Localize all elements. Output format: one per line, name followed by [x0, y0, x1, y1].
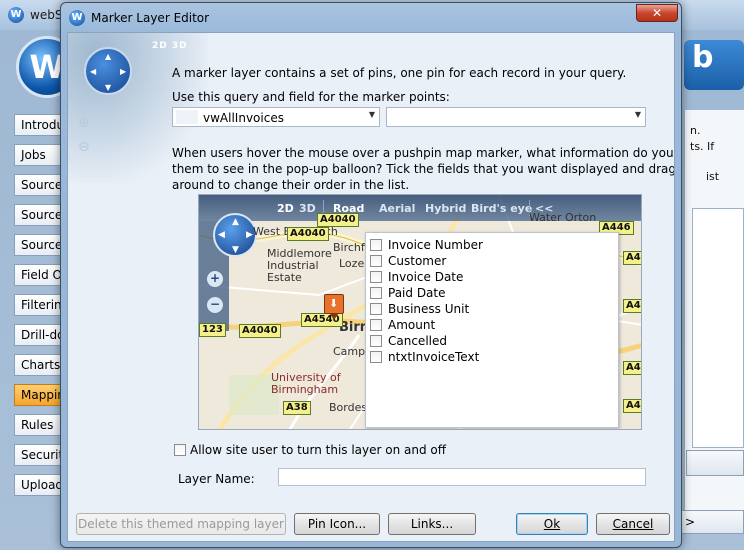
links-button[interactable]: Links... [388, 513, 476, 535]
background-next-button[interactable]: > [680, 510, 744, 534]
field-label: Business Unit [388, 302, 470, 316]
map-place-label: Estate [267, 271, 302, 284]
hover-instructions-line-2: them to see in the pop-up balloon? Tick … [172, 162, 675, 176]
query-combo[interactable]: vwAllInvoices ▼ [172, 107, 380, 127]
query-icon [176, 110, 198, 124]
field-label: Amount [388, 318, 436, 332]
app-icon: W [8, 7, 24, 23]
road-shield: A4040 [287, 227, 329, 241]
chevron-down-icon: ▼ [368, 110, 375, 119]
sidebar-item-jobs[interactable]: Jobs [14, 144, 66, 166]
chevron-down-icon: ▼ [634, 110, 641, 119]
layer-name-label: Layer Name: [178, 472, 255, 486]
decorative-2d-3d-label: 2D 3D [152, 41, 188, 51]
cancel-button[interactable]: Cancel [596, 513, 670, 535]
query-label: Use this query and field for the marker … [172, 90, 450, 104]
field-label: Paid Date [388, 286, 446, 300]
road-shield: A47 [623, 299, 641, 313]
road-shield: A41 [623, 361, 641, 375]
close-button[interactable]: ✕ [636, 4, 678, 22]
field-label: Customer [388, 254, 447, 268]
road-shield: A4040 [239, 324, 281, 338]
delete-layer-button[interactable]: Delete this themed mapping layer [76, 513, 286, 535]
background-listbox [692, 208, 744, 448]
field-label: Invoice Number [388, 238, 483, 252]
hover-instructions-line-1: When users hover the mouse over a pushpi… [172, 146, 675, 160]
view-2d-button[interactable]: 2D [277, 202, 294, 215]
hover-instructions-line-3: around to change their order in the list… [172, 178, 410, 192]
ok-button-label: Ok [543, 517, 561, 531]
road-shield: A4040 [317, 213, 359, 227]
decorative-zoom-in-icon: ⊕ [78, 115, 90, 131]
sidebar-item-charts[interactable]: Charts [14, 354, 66, 376]
sidebar-item-introduction[interactable]: Introdu [14, 114, 66, 136]
marker-layer-editor-dialog: W Marker Layer Editor ✕ 2D 3D ▲ ▼ ◀ ▶ ⊕ ⊖ … [60, 2, 682, 548]
pin-icon-button[interactable]: Pin Icon... [294, 513, 380, 535]
view-3d-button[interactable]: 3D [299, 202, 316, 215]
sidebar-item-filtering[interactable]: Filtering [14, 294, 66, 316]
map-place-label: Birchfi [333, 241, 368, 254]
field-checkbox[interactable] [370, 287, 382, 299]
field-checkbox[interactable] [370, 303, 382, 315]
decorative-zoom-out-icon: ⊖ [78, 139, 90, 155]
road-shield: A45 [623, 399, 641, 413]
sidebar-item-mapping[interactable]: Mappin [14, 384, 66, 406]
decorative-compass-icon: ▲ ▼ ◀ ▶ [84, 47, 132, 95]
background-text-fragment: n. [690, 124, 701, 137]
cancel-button-label: Cancel [612, 517, 654, 531]
sidebar-item-source-3[interactable]: Source [14, 234, 66, 256]
sidebar-item-upload[interactable]: Upload [14, 474, 66, 496]
layer-name-input[interactable] [278, 468, 646, 486]
field-checkbox[interactable] [370, 351, 382, 363]
road-shield: A452 [623, 251, 641, 265]
zoom-out-icon[interactable]: − [207, 297, 223, 313]
checkbox-box[interactable] [174, 444, 186, 456]
sidebar-item-field-order[interactable]: Field Or [14, 264, 66, 286]
query-combo-value: vwAllInvoices [203, 111, 284, 125]
field-checkbox[interactable] [370, 319, 382, 331]
field-checkbox[interactable] [370, 271, 382, 283]
popup-balloon-field-list: Invoice Number Customer Invoice Date Pai… [365, 232, 619, 428]
field-label: Cancelled [388, 334, 447, 348]
style-hybrid-button[interactable]: Hybrid [425, 202, 466, 215]
road-shield: A38 [283, 401, 311, 415]
map-place-label: Birmingham [271, 383, 339, 396]
field-label: Invoice Date [388, 270, 464, 284]
background-text-fragment: ist [706, 170, 720, 183]
allow-toggle-label: Allow site user to turn this layer on an… [190, 443, 447, 457]
field-checkbox[interactable] [370, 335, 382, 347]
field-checkbox[interactable] [370, 255, 382, 267]
map-compass-icon[interactable]: ▲ ▼ ◀ ▶ [213, 213, 257, 257]
map-place-label: Camp [333, 345, 366, 358]
dialog-icon: W [69, 10, 85, 26]
dialog-title: Marker Layer Editor [91, 11, 210, 25]
field-combo[interactable]: ▼ [386, 107, 646, 127]
zoom-in-icon[interactable]: + [207, 271, 223, 287]
dialog-body: 2D 3D ▲ ▼ ◀ ▶ ⊕ ⊖ A marker layer contains … [67, 32, 675, 542]
right-logo: b [684, 40, 744, 90]
pushpin-marker-icon[interactable]: ⬇ [324, 294, 344, 320]
field-checkbox[interactable] [370, 239, 382, 251]
sidebar-item-security[interactable]: Security [14, 444, 66, 466]
sidebar-item-source-2[interactable]: Source [14, 204, 66, 226]
background-window-title: webS [30, 8, 63, 22]
sidebar: Introdu Jobs Source Source Source Field … [0, 104, 66, 504]
ok-button[interactable]: Ok [516, 513, 588, 535]
map-place-label: Water Orton [529, 211, 597, 224]
style-aerial-button[interactable]: Aerial [379, 202, 415, 215]
background-text-fragment: ts. If [690, 140, 715, 153]
intro-text: A marker layer contains a set of pins, o… [172, 66, 627, 80]
style-birds-eye-button[interactable]: Bird's eye [471, 202, 532, 215]
sidebar-item-drill-down[interactable]: Drill-do [14, 324, 66, 346]
sidebar-item-rules[interactable]: Rules [14, 414, 66, 436]
background-button[interactable] [686, 450, 744, 476]
map-preview[interactable]: 2D 3D Road Aerial Hybrid Bird's eye << +… [198, 194, 642, 430]
road-shield: 123 [199, 323, 226, 337]
field-label: ntxtInvoiceText [388, 350, 480, 364]
map-place-label: Lozel [339, 257, 368, 270]
sidebar-item-source-1[interactable]: Source [14, 174, 66, 196]
